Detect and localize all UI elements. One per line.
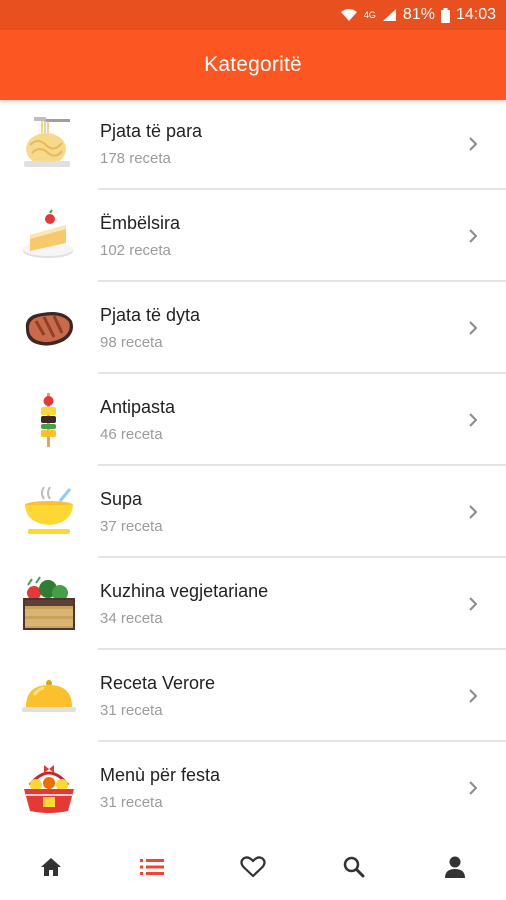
recipe-count: 34 receta — [100, 610, 163, 627]
home-icon — [40, 858, 61, 876]
category-title: Pjata të para — [100, 121, 203, 141]
clock-time: 14:03 — [455, 6, 496, 23]
category-title: Menù për festa — [100, 765, 221, 785]
recipe-count: 31 receta — [100, 794, 163, 811]
heart-icon — [240, 856, 266, 878]
chevron-right-icon — [469, 413, 478, 427]
app-bar: Kategoritë — [0, 30, 506, 100]
status-bar: 4G 81% 14:03 — [0, 0, 506, 30]
category-row-pjata-te-para[interactable]: Pjata të para 178 receta — [0, 98, 506, 190]
category-row-pjata-te-dyta[interactable]: Pjata të dyta 98 receta — [0, 282, 506, 374]
vegetable-crate-icon — [20, 575, 78, 633]
chevron-right-icon — [469, 597, 478, 611]
category-row-antipasta[interactable]: Antipasta 46 receta — [0, 374, 506, 466]
nav-search-button[interactable] — [304, 834, 405, 900]
recipe-count: 102 receta — [100, 242, 171, 259]
chevron-right-icon — [469, 229, 478, 243]
category-row-supa[interactable]: Supa 37 receta — [0, 466, 506, 558]
chevron-right-icon — [469, 505, 478, 519]
nav-favorites-button[interactable] — [202, 834, 303, 900]
category-title: Ëmbëlsira — [100, 213, 181, 233]
wifi-icon — [340, 8, 358, 22]
battery-percent: 81% — [402, 6, 435, 23]
chevron-right-icon — [469, 137, 478, 151]
chevron-right-icon — [469, 321, 478, 335]
recipe-count: 37 receta — [100, 518, 163, 535]
category-title: Antipasta — [100, 397, 176, 417]
category-row-embelsira[interactable]: Ëmbëlsira 102 receta — [0, 190, 506, 282]
category-row-menu-per-festa[interactable]: Menù për festa 31 receta — [0, 742, 506, 834]
steak-icon — [20, 299, 78, 357]
nav-profile-button[interactable] — [405, 834, 506, 900]
gift-basket-icon — [20, 759, 78, 817]
cloche-icon — [20, 667, 78, 725]
skewer-icon — [20, 391, 78, 449]
category-row-kuzhina-vegjetariane[interactable]: Kuzhina vegjetariane 34 receta — [0, 558, 506, 650]
nav-categories-button[interactable] — [101, 834, 202, 900]
cake-icon — [20, 207, 78, 265]
profile-icon — [445, 856, 466, 878]
network-type-label: 4G — [363, 10, 376, 20]
recipe-count: 46 receta — [100, 426, 163, 443]
recipe-count: 31 receta — [100, 702, 163, 719]
soup-bowl-icon — [20, 483, 78, 541]
list-icon — [139, 859, 164, 875]
category-list: Pjata të para 178 receta Ëmbëlsira 102 r… — [0, 98, 506, 834]
page-title: Kategoritë — [204, 53, 302, 76]
category-title: Pjata të dyta — [100, 305, 201, 325]
signal-icon — [382, 8, 397, 22]
category-title: Kuzhina vegjetariane — [100, 581, 269, 601]
pasta-icon — [20, 115, 78, 173]
recipe-count: 178 receta — [100, 150, 171, 167]
category-title: Receta Verore — [100, 673, 216, 693]
battery-icon — [440, 7, 450, 23]
bottom-navigation — [0, 834, 506, 900]
chevron-right-icon — [469, 781, 478, 795]
category-title: Supa — [100, 489, 143, 509]
search-icon — [343, 856, 365, 878]
chevron-right-icon — [469, 689, 478, 703]
recipe-count: 98 receta — [100, 334, 163, 351]
category-row-receta-verore[interactable]: Receta Verore 31 receta — [0, 650, 506, 742]
nav-home-button[interactable] — [0, 834, 101, 900]
